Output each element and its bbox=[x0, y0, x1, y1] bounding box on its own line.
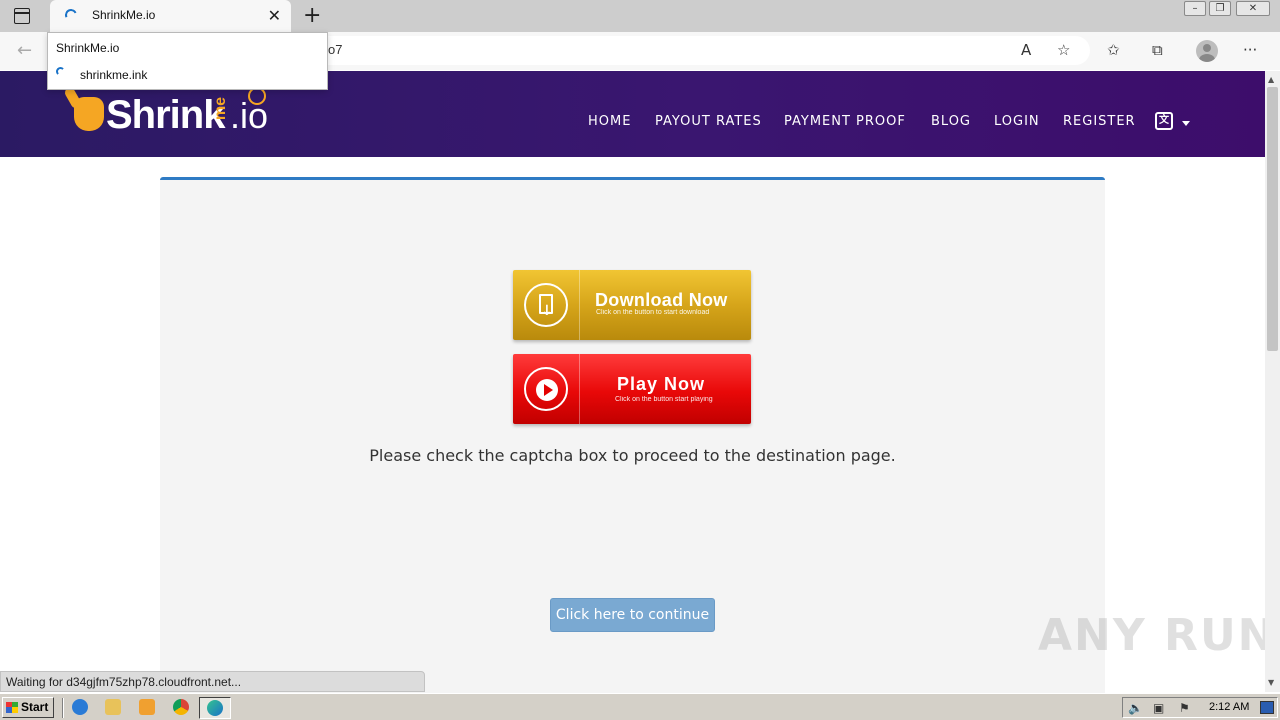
loading-spinner-icon bbox=[63, 7, 79, 23]
windows-flag-icon bbox=[6, 702, 18, 713]
download-document-icon: ↓ bbox=[524, 283, 568, 327]
nav-register[interactable]: REGISTER bbox=[1063, 114, 1136, 129]
browser-tab-bar: ShrinkMe.io ✕ + – ❐ ✕ bbox=[0, 0, 1280, 32]
chrome-icon[interactable] bbox=[173, 699, 189, 715]
nav-home[interactable]: HOME bbox=[588, 114, 631, 129]
scroll-down-arrow-icon[interactable]: ▼ bbox=[1268, 678, 1274, 687]
play-icon bbox=[524, 367, 568, 411]
restore-icon[interactable]: ❐ bbox=[1209, 1, 1231, 16]
captcha-message: Please check the captcha box to proceed … bbox=[369, 446, 896, 465]
tab-actions-icon[interactable] bbox=[14, 8, 30, 24]
edge-icon bbox=[207, 700, 223, 716]
loading-spinner-icon bbox=[56, 67, 65, 76]
download-now-button[interactable]: ↓ Download Now Click on the button to st… bbox=[513, 270, 751, 340]
more-menu-icon[interactable]: ··· bbox=[1243, 41, 1257, 59]
url-text: o7 bbox=[328, 42, 343, 57]
favorites-icon[interactable]: ✩ bbox=[1107, 41, 1120, 59]
tab-title: ShrinkMe.io bbox=[92, 8, 156, 22]
status-text: Waiting for d34gjfm75zhp78.cloudfront.ne… bbox=[6, 675, 242, 689]
nav-login[interactable]: LOGIN bbox=[994, 114, 1040, 129]
new-tab-icon[interactable]: + bbox=[303, 3, 321, 28]
taskbar: Start 🔈 ▣ ⚑ 2:12 AM bbox=[0, 693, 1280, 720]
download-button-label: Download Now bbox=[595, 290, 728, 310]
play-button-sublabel: Click on the button start playing bbox=[615, 396, 713, 403]
network-icon[interactable]: ▣ bbox=[1153, 701, 1164, 715]
logo-suffix-text: .io bbox=[230, 95, 269, 136]
edge-taskbar-button[interactable] bbox=[199, 697, 231, 719]
profile-avatar-icon[interactable] bbox=[1196, 40, 1218, 62]
logo-main-text: Shrink bbox=[106, 93, 225, 137]
minimize-icon[interactable]: – bbox=[1184, 1, 1206, 16]
hover-card-title: ShrinkMe.io bbox=[56, 41, 120, 55]
download-button-sublabel: Click on the button to start download bbox=[596, 309, 710, 316]
flag-icon[interactable]: ⚑ bbox=[1179, 701, 1190, 715]
back-arrow-icon[interactable]: ← bbox=[17, 40, 32, 61]
play-now-button[interactable]: Play Now Click on the button start playi… bbox=[513, 354, 751, 424]
add-favorite-icon[interactable]: ☆ bbox=[1057, 41, 1070, 59]
nav-payment-proof[interactable]: PAYMENT PROOF bbox=[784, 114, 906, 129]
taskbar-separator bbox=[62, 698, 64, 718]
page-scrollbar[interactable]: ▲ ▼ bbox=[1265, 71, 1280, 692]
nav-blog[interactable]: BLOG bbox=[931, 114, 971, 129]
hand-pointer-icon bbox=[74, 97, 104, 131]
scroll-up-arrow-icon[interactable]: ▲ bbox=[1268, 75, 1274, 84]
start-button[interactable]: Start bbox=[2, 697, 54, 718]
volume-icon[interactable]: 🔈 bbox=[1128, 701, 1143, 715]
internet-explorer-icon[interactable] bbox=[72, 699, 88, 715]
close-window-icon[interactable]: ✕ bbox=[1236, 1, 1270, 16]
play-button-label: Play Now bbox=[617, 374, 706, 394]
anyrun-watermark: ANY RUN bbox=[1038, 610, 1277, 661]
read-aloud-icon[interactable]: A bbox=[1021, 41, 1031, 59]
site-logo[interactable]: Shrink me .io bbox=[62, 87, 302, 143]
nav-payout-rates[interactable]: PAYOUT RATES bbox=[655, 114, 762, 129]
language-icon[interactable]: 文 bbox=[1155, 112, 1173, 130]
scroll-thumb[interactable] bbox=[1267, 87, 1278, 351]
collections-icon[interactable]: ⧉ bbox=[1152, 41, 1163, 59]
continue-button[interactable]: Click here to continue bbox=[550, 598, 715, 632]
file-explorer-icon[interactable] bbox=[105, 699, 121, 715]
show-desktop-icon[interactable] bbox=[1260, 701, 1274, 714]
logo-me-text: me bbox=[212, 97, 229, 121]
hover-card-domain: shrinkme.ink bbox=[80, 68, 148, 82]
status-bar: Waiting for d34gjfm75zhp78.cloudfront.ne… bbox=[0, 671, 425, 692]
clock: 2:12 AM bbox=[1209, 701, 1250, 713]
content-card: ↓ Download Now Click on the button to st… bbox=[160, 177, 1105, 697]
browser-tab[interactable]: ShrinkMe.io ✕ bbox=[50, 0, 291, 32]
system-tray: 🔈 ▣ ⚑ 2:12 AM bbox=[1122, 697, 1278, 718]
chevron-down-icon[interactable] bbox=[1182, 121, 1190, 126]
start-label: Start bbox=[21, 700, 49, 714]
button-divider bbox=[579, 354, 580, 424]
tab-hover-card: ShrinkMe.io shrinkme.ink bbox=[47, 32, 328, 90]
close-tab-icon[interactable]: ✕ bbox=[268, 6, 281, 25]
media-player-icon[interactable] bbox=[139, 699, 155, 715]
button-divider bbox=[579, 270, 580, 340]
